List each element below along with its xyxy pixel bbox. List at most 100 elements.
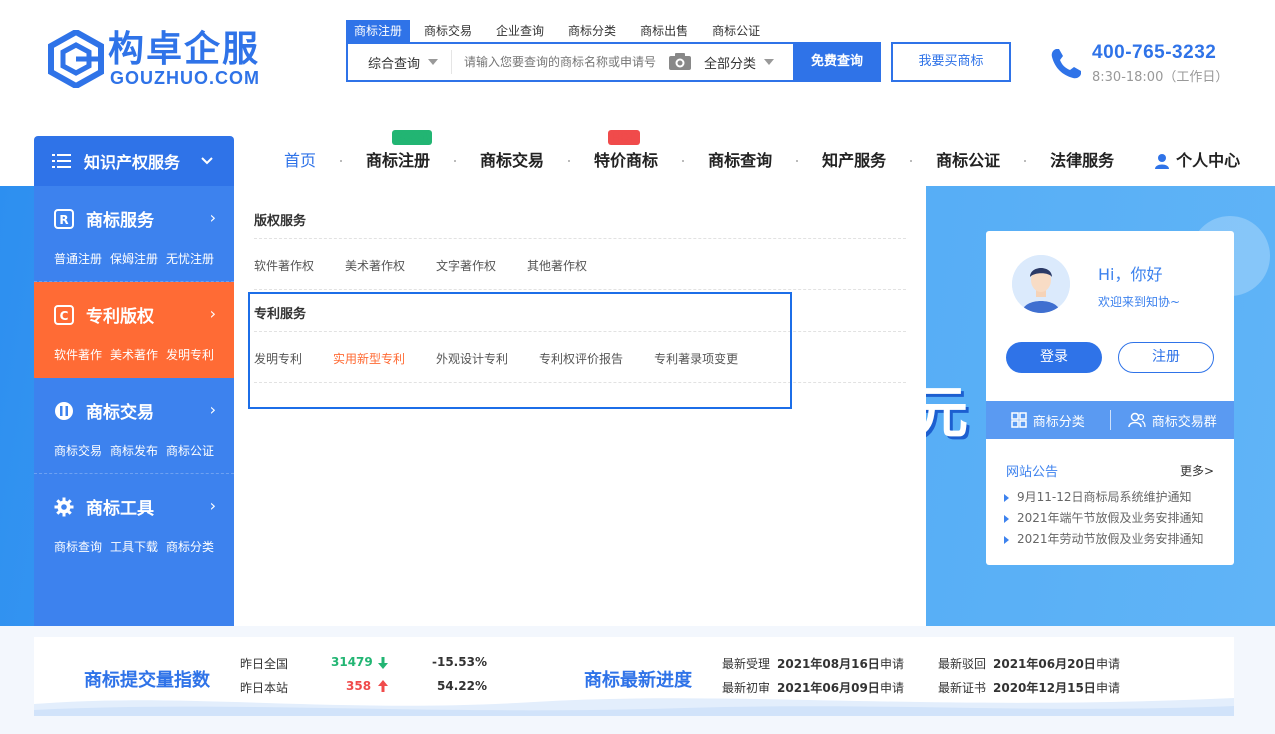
notice-item[interactable]: 9月11-12日商标局系统维护通知 (1004, 487, 1204, 508)
nav-special-trademark[interactable]: 特价商标 HOT (570, 130, 682, 186)
submenu-link[interactable]: 软件著作权 (254, 257, 314, 274)
search-tab-company-query[interactable]: 企业查询 (488, 20, 552, 42)
trademark-category-link[interactable]: 商标分类 (986, 411, 1110, 430)
nav-trademark-query[interactable]: 商标查询 (684, 136, 796, 186)
submenu-link[interactable]: 美术著作权 (345, 257, 405, 274)
latest-progress-title: 商标最新进度 (584, 670, 692, 691)
search-input[interactable] (452, 47, 662, 77)
service-hours: 8:30-18:00（工作日） (1092, 70, 1229, 85)
category-menu-header[interactable]: 知识产权服务 (34, 136, 234, 186)
progress-label: 最新初审 (722, 681, 771, 695)
nav-home[interactable]: 首页 (260, 136, 340, 186)
group-icon (1127, 412, 1146, 428)
trademark-group-link[interactable]: 商标交易群 (1111, 411, 1235, 430)
sidebar-block-patent-copyright[interactable]: C 专利版权 › 软件著作 美术著作 发明专利 (34, 282, 234, 378)
chevron-right-icon: › (209, 208, 216, 227)
phone-icon (1051, 49, 1081, 79)
progress-suffix: 申请 (880, 657, 905, 671)
search-tab-trademark-register[interactable]: 商标注册 (346, 20, 411, 42)
search-category-select[interactable]: 全部分类 (704, 53, 792, 72)
nav-label: 商标交易 (480, 151, 545, 170)
sidebar-block-trademark-trade[interactable]: 商标交易 › 商标交易 商标发布 商标公证 (34, 378, 234, 474)
camera-icon[interactable] (668, 53, 692, 71)
svg-text:R: R (59, 213, 68, 227)
sidebar-link[interactable]: 商标查询 (54, 538, 102, 555)
sidebar-link[interactable]: 商标交易 (54, 442, 102, 459)
search-category-value: 全部分类 (704, 56, 757, 72)
category-menu-title: 知识产权服务 (84, 153, 181, 172)
sidebar-link[interactable]: 商标分类 (166, 538, 214, 555)
notice-item[interactable]: 2021年劳动节放假及业务安排通知 (1004, 529, 1204, 550)
hot-badge: HOT (608, 130, 640, 145)
nav-ip-services[interactable]: 知产服务 (798, 136, 910, 186)
sidebar-block-title: 商标服务 (86, 211, 154, 231)
sidebar-link[interactable]: 工具下载 (110, 538, 158, 555)
notice-text: 2021年劳动节放假及业务安排通知 (1017, 532, 1204, 546)
nav-trademark-trade[interactable]: 商标交易 (456, 136, 568, 186)
triangle-right-icon (1004, 514, 1009, 523)
search-type-select[interactable]: 综合查询 (348, 50, 452, 74)
progress-date: 2021年08月16日 (777, 657, 880, 671)
category-sidebar: R 商标服务 › 普通注册 保姆注册 无忧注册 C 专利版权 › 软件著作 美术… (34, 186, 234, 626)
nav-trademark-register[interactable]: 商标注册 300起 (342, 130, 454, 186)
logo-mark-icon (48, 30, 104, 88)
nav-label: 个人中心 (1176, 151, 1241, 170)
sidebar-link[interactable]: 美术著作 (110, 346, 158, 363)
notice-title: 网站公告 (1006, 465, 1059, 480)
stat-label: 昨日全国 (240, 657, 289, 671)
progress-label: 最新受理 (722, 657, 771, 671)
stats-panel: 商标提交量指数 昨日全国 31479 -15.53% 昨日本站 358 54.2… (34, 637, 1234, 716)
sidebar-link[interactable]: 商标公证 (166, 442, 214, 459)
section-title-copyright: 版权服务 (254, 214, 307, 229)
site-logo[interactable]: 构卓企服 GOUZHUO.COM (48, 28, 293, 92)
progress-suffix: 申请 (1096, 681, 1121, 695)
svg-text:C: C (60, 309, 69, 323)
submenu-link[interactable]: 其他著作权 (527, 257, 587, 274)
nav-trademark-notary[interactable]: 商标公证 (912, 136, 1024, 186)
stat-percent: 54.22% (437, 679, 487, 693)
nav-label: 商标注册 (366, 151, 431, 170)
grid-icon (1010, 412, 1027, 428)
main-nav: 首页 商标注册 300起 商标交易 特价商标 HOT 商标查询 知产服务 商标公… (260, 130, 1264, 186)
sidebar-link[interactable]: 软件著作 (54, 346, 102, 363)
sidebar-link[interactable]: 无忧注册 (166, 250, 214, 267)
welcome-text: 欢迎来到知协~ (1098, 295, 1181, 309)
stat-label: 昨日本站 (240, 681, 289, 695)
submenu-link[interactable]: 文字著作权 (436, 257, 496, 274)
search-tab-trademark-notary[interactable]: 商标公证 (704, 20, 768, 42)
more-link[interactable]: 更多> (1180, 462, 1214, 479)
nav-label: 商标公证 (936, 151, 1001, 170)
search-tab-trademark-sale[interactable]: 商标出售 (632, 20, 696, 42)
sidebar-block-trademark-tools[interactable]: 商标工具 › 商标查询 工具下载 商标分类 (34, 474, 234, 570)
nav-personal-center[interactable]: 个人中心 (1138, 136, 1264, 186)
nav-label: 法律服务 (1050, 151, 1115, 170)
quick-link-label: 商标交易群 (1151, 414, 1217, 430)
sidebar-block-trademark-service[interactable]: R 商标服务 › 普通注册 保姆注册 无忧注册 (34, 186, 234, 282)
sidebar-link[interactable]: 保姆注册 (110, 250, 158, 267)
progress-suffix: 申请 (1096, 657, 1121, 671)
notice-list: 9月11-12日商标局系统维护通知 2021年端午节放假及业务安排通知 2021… (1004, 487, 1204, 550)
c-copyright-icon: C (54, 304, 74, 325)
login-card: Hi，你好 欢迎来到知协~ 登录 注册 商标分类 商标交易群 网站公告 更多> … (986, 231, 1234, 565)
search-tab-trademark-category[interactable]: 商标分类 (560, 20, 624, 42)
quick-link-label: 商标分类 (1032, 414, 1085, 430)
sidebar-link[interactable]: 普通注册 (54, 250, 102, 267)
submission-index-title: 商标提交量指数 (84, 670, 210, 691)
triangle-right-icon (1004, 535, 1009, 544)
buy-trademark-button[interactable]: 我要买商标 (891, 42, 1011, 82)
sidebar-link[interactable]: 发明专利 (166, 346, 214, 363)
stat-value: 31479 (331, 655, 373, 669)
sidebar-link[interactable]: 商标发布 (110, 442, 158, 459)
notice-item[interactable]: 2021年端午节放假及业务安排通知 (1004, 508, 1204, 529)
nav-label: 知产服务 (822, 151, 887, 170)
nav-legal-services[interactable]: 法律服务 (1026, 136, 1138, 186)
chevron-down-icon (764, 59, 775, 65)
free-search-button[interactable]: 免费查询 (793, 42, 881, 82)
focus-outline (248, 292, 792, 409)
search-tab-trademark-trade[interactable]: 商标交易 (416, 20, 480, 42)
register-button[interactable]: 注册 (1118, 342, 1214, 373)
nav-label: 首页 (284, 151, 317, 170)
login-button[interactable]: 登录 (1006, 342, 1102, 373)
avatar (1012, 255, 1070, 313)
notice-text: 9月11-12日商标局系统维护通知 (1017, 490, 1192, 504)
